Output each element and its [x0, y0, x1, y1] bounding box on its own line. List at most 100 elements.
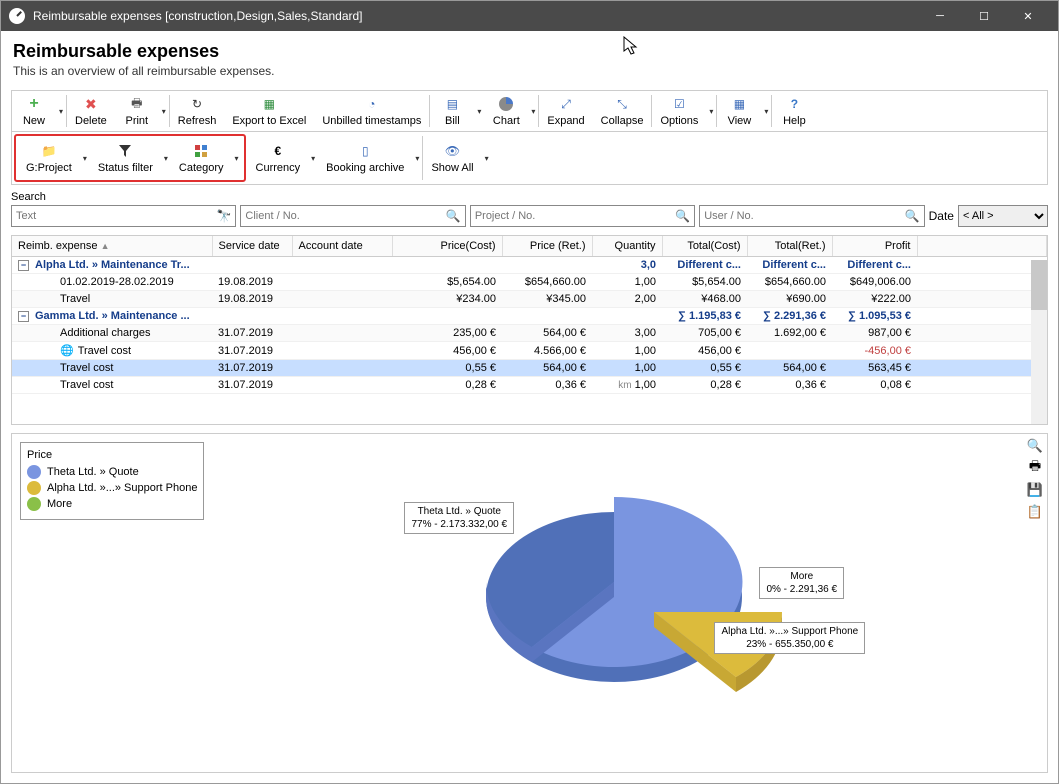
chart-zoom-button[interactable]: 🔍	[1027, 438, 1043, 454]
search-client-box[interactable]: 🔍	[240, 205, 465, 227]
refresh-button[interactable]: ↻Refresh	[170, 91, 225, 131]
print-dropdown[interactable]: ▾	[159, 91, 169, 131]
expense-grid[interactable]: Reimb. expense ▲ Service date Account da…	[11, 235, 1048, 425]
tree-collapse-icon[interactable]: −	[18, 260, 29, 271]
showall-dropdown[interactable]: ▾	[482, 132, 492, 184]
gproject-dropdown[interactable]: ▾	[80, 138, 90, 178]
search-icon[interactable]: 🔍	[446, 209, 461, 223]
legend-swatch-green	[27, 497, 41, 511]
legend-title: Price	[27, 449, 197, 461]
bill-button[interactable]: ▤Bill	[430, 91, 474, 131]
statusfilter-dropdown[interactable]: ▾	[161, 138, 171, 178]
chart-icon	[497, 95, 515, 113]
plus-icon: +	[25, 95, 43, 113]
maximize-button[interactable]: ☐	[962, 1, 1006, 31]
legend-swatch-blue	[27, 465, 41, 479]
pie-label-more: More0% - 2.291,36 €	[759, 567, 844, 599]
tree-collapse-icon[interactable]: −	[18, 311, 29, 322]
date-select[interactable]: < All >	[958, 205, 1048, 227]
help-icon: ?	[785, 95, 803, 113]
col-total-ret[interactable]: Total(Ret.)	[747, 236, 832, 257]
table-row[interactable]: Additional charges31.07.2019235,00 €564,…	[12, 325, 1047, 342]
legend-item-alpha[interactable]: Alpha Ltd. »...» Support Phone	[27, 481, 197, 495]
col-quantity[interactable]: Quantity	[592, 236, 662, 257]
filter-highlight-box: 📁G:Project ▾ Status filter ▾ Category ▾	[14, 134, 246, 182]
search-client-input[interactable]	[245, 210, 445, 222]
window-title: Reimbursable expenses [construction,Desi…	[33, 9, 918, 23]
col-price-cost[interactable]: Price(Cost)	[392, 236, 502, 257]
excel-icon: ▦	[260, 95, 278, 113]
chart-legend: Price Theta Ltd. » Quote Alpha Ltd. »...…	[20, 442, 204, 520]
table-row[interactable]: 01.02.2019-28.02.201919.08.2019$5,654.00…	[12, 274, 1047, 291]
legend-swatch-yellow	[27, 481, 41, 495]
view-button[interactable]: ▦View	[717, 91, 761, 131]
bill-dropdown[interactable]: ▾	[474, 91, 484, 131]
booking-dropdown[interactable]: ▾	[412, 132, 422, 184]
search-project-input[interactable]	[475, 210, 675, 222]
options-button[interactable]: ☑Options	[652, 91, 706, 131]
col-expense[interactable]: Reimb. expense ▲	[12, 236, 212, 257]
search-text-box[interactable]: 🔭	[11, 205, 236, 227]
currency-dropdown[interactable]: ▾	[308, 132, 318, 184]
page-title: Reimbursable expenses	[13, 41, 1046, 62]
category-dropdown[interactable]: ▾	[232, 138, 242, 178]
legend-item-theta[interactable]: Theta Ltd. » Quote	[27, 465, 197, 479]
legend-item-more[interactable]: More	[27, 497, 197, 511]
close-button[interactable]: ✕	[1006, 1, 1050, 31]
chart-button[interactable]: Chart	[484, 91, 528, 131]
table-row[interactable]: Travel cost31.07.20190,55 €564,00 €1,000…	[12, 360, 1047, 377]
delete-button[interactable]: ✖Delete	[67, 91, 115, 131]
col-price-ret[interactable]: Price (Ret.)	[502, 236, 592, 257]
view-dropdown[interactable]: ▾	[761, 91, 771, 131]
statusfilter-button[interactable]: Status filter	[90, 138, 161, 178]
search-icon[interactable]: 🔍	[675, 209, 690, 223]
category-button[interactable]: Category	[171, 138, 232, 178]
binoculars-icon[interactable]: 🔭	[216, 209, 231, 223]
vertical-scrollbar[interactable]	[1031, 260, 1047, 424]
page-subtitle: This is an overview of all reimbursable …	[13, 64, 1046, 78]
col-account-date[interactable]: Account date	[292, 236, 392, 257]
print-button[interactable]: 🖶Print	[115, 91, 159, 131]
chart-copy-button[interactable]: 📋	[1027, 504, 1043, 520]
category-icon	[192, 142, 210, 160]
search-icon[interactable]: 🔍	[905, 209, 920, 223]
new-dropdown[interactable]: ▾	[56, 91, 66, 131]
view-icon: ▦	[730, 95, 748, 113]
table-row[interactable]: Travel cost31.07.20190,28 €0,36 €km 1,00…	[12, 377, 1047, 394]
archive-icon: ▯	[356, 142, 374, 160]
showall-button[interactable]: 👁Show All	[423, 132, 481, 184]
booking-button[interactable]: ▯Booking archive	[318, 132, 412, 184]
search-text-input[interactable]	[16, 210, 216, 222]
options-dropdown[interactable]: ▾	[706, 91, 716, 131]
unbilled-button[interactable]: ◔Unbilled timestamps	[314, 91, 429, 131]
pie-label-theta: Theta Ltd. » Quote77% - 2.173.332,00 €	[404, 502, 514, 534]
table-row[interactable]: Travel19.08.2019¥234.00¥345.002,00¥468.0…	[12, 291, 1047, 308]
expand-button[interactable]: ⤢Expand	[539, 91, 592, 131]
help-button[interactable]: ?Help	[772, 91, 816, 131]
search-user-input[interactable]	[704, 210, 904, 222]
collapse-button[interactable]: ⤡Collapse	[593, 91, 652, 131]
search-project-box[interactable]: 🔍	[470, 205, 695, 227]
export-button[interactable]: ▦Export to Excel	[224, 91, 314, 131]
table-row[interactable]: −Alpha Ltd. » Maintenance Tr...3,0Differ…	[12, 257, 1047, 274]
folder-icon: 📁	[40, 142, 58, 160]
search-user-box[interactable]: 🔍	[699, 205, 924, 227]
print-icon: 🖶	[128, 95, 146, 113]
table-row[interactable]: −Gamma Ltd. » Maintenance ...∑ 1.195,83 …	[12, 308, 1047, 325]
chart-dropdown[interactable]: ▾	[528, 91, 538, 131]
col-total-cost[interactable]: Total(Cost)	[662, 236, 747, 257]
filter-icon	[116, 142, 134, 160]
chart-save-button[interactable]: 💾	[1027, 482, 1043, 498]
search-label: Search	[11, 191, 1048, 203]
gproject-button[interactable]: 📁G:Project	[18, 138, 80, 178]
col-profit[interactable]: Profit	[832, 236, 917, 257]
new-button[interactable]: +New	[12, 91, 56, 131]
currency-button[interactable]: €Currency	[248, 132, 309, 184]
minimize-button[interactable]: ─	[918, 1, 962, 31]
chart-print-button[interactable]: 🖶	[1027, 460, 1043, 476]
pie-chart[interactable]	[484, 477, 824, 740]
table-row[interactable]: 🌐Travel cost31.07.2019456,00 €4.566,00 €…	[12, 342, 1047, 360]
col-service-date[interactable]: Service date	[212, 236, 292, 257]
timestamp-icon: ◔	[363, 95, 381, 113]
globe-icon: 🌐	[60, 345, 74, 357]
